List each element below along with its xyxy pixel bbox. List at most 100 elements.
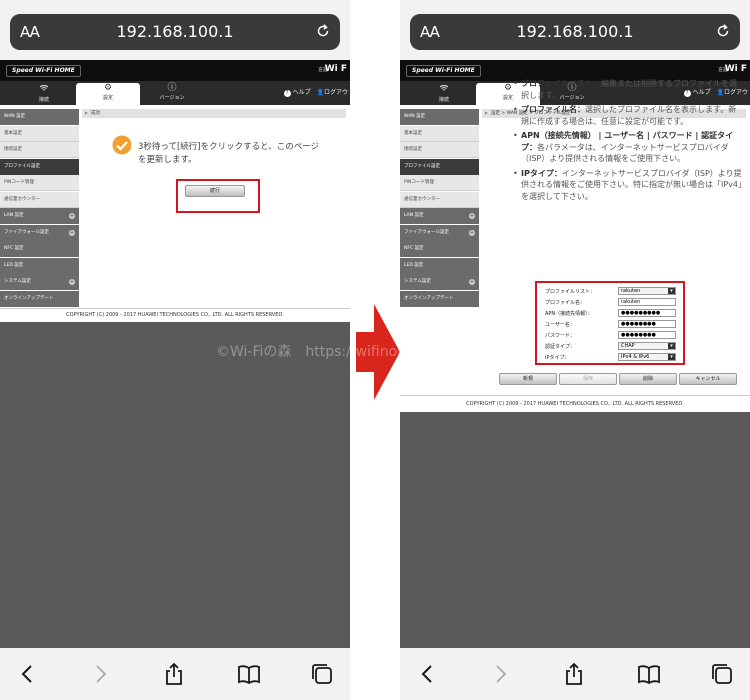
forward-arrow-icon[interactable]	[488, 662, 512, 686]
sidebar-item-system[interactable]: システム設定 +	[400, 274, 479, 290]
sidebar-item-nfc[interactable]: NFC 設定	[400, 241, 479, 257]
expand-icon: +	[69, 213, 75, 219]
sidebar-item-lan[interactable]: LAN 設定 +	[400, 208, 479, 224]
browser-address-area: AA 192.168.100.1	[400, 0, 750, 60]
sidebar-item-led[interactable]: LED 設定	[0, 257, 79, 274]
share-icon[interactable]	[162, 662, 186, 686]
sidebar-item-profile[interactable]: プロファイル設定	[400, 158, 479, 175]
expand-icon: +	[69, 229, 75, 236]
sidebar-item-nfc[interactable]: NFC 設定	[0, 241, 79, 257]
tab-connection[interactable]: 接続	[412, 83, 476, 105]
sidebar-item-pin[interactable]: PINコード管理	[0, 175, 79, 191]
gear-icon: ⚙	[103, 83, 113, 93]
highlight-box	[176, 179, 260, 213]
address-bar[interactable]: AA 192.168.100.1	[410, 14, 740, 50]
expand-icon: +	[469, 229, 475, 236]
sidebar-item-firewall-label: ファイアウォール設定	[4, 229, 49, 235]
sidebar-item-pin[interactable]: PINコード管理	[400, 175, 479, 191]
logout-link[interactable]: ログアウ	[324, 89, 348, 96]
cancel-button[interactable]: キャンセル	[679, 373, 737, 385]
sidebar-item-system-label: システム設定	[404, 279, 431, 284]
copyright-footer: COPYRIGHT (C) 2009 - 2017 HUAWEI TECHNOL…	[400, 395, 750, 412]
sidebar-item-lan-label: LAN 設定	[4, 213, 24, 218]
new-button[interactable]: 新規	[499, 373, 557, 385]
share-icon[interactable]	[562, 662, 586, 686]
sidebar-item-wan[interactable]: WAN 設定	[0, 109, 79, 125]
sidebar-item-led[interactable]: LED 設定	[400, 257, 479, 274]
wifi-signal-icon	[412, 83, 476, 96]
help-link[interactable]: ヘルプ	[293, 89, 311, 96]
sidebar-item-connection[interactable]: 接続設定	[400, 142, 479, 158]
success-message: 3秒待って[続行]をクリックすると、このページ を更新します。	[138, 141, 328, 167]
router-nav-bar: 接続 ⚙ 設定 ⓘ バージョン ? ヘルプ 👤ログアウ	[0, 81, 350, 105]
user-icon: 👤	[316, 89, 324, 96]
sidebar-item-basic[interactable]: 基本設定	[0, 125, 79, 142]
address-bar[interactable]: AA 192.168.100.1	[10, 14, 340, 50]
expand-icon: +	[69, 279, 75, 285]
sidebar-item-connection[interactable]: 接続設定	[0, 142, 79, 158]
tab-settings-label: 設定	[102, 95, 113, 101]
sidebar-item-lan[interactable]: LAN 設定 +	[0, 208, 79, 224]
watermark-text: ©Wi-Fiの森 https://wifinomori.com	[216, 344, 464, 360]
help-description-list: プロファイルリスト：編集または削除するプロファイルを選択します。 プロファイル名…	[512, 78, 742, 205]
help-icon[interactable]: ?	[283, 90, 291, 97]
tab-settings[interactable]: ⚙ 設定	[76, 83, 140, 105]
sidebar-item-traffic[interactable]: 通信量カウンター	[400, 191, 479, 208]
sidebar-item-wan[interactable]: WAN 設定	[400, 109, 479, 125]
help-item-apn: APN（接続先情報） | ユーザー名 | パスワード | 認証タイプ：各パラメー…	[512, 130, 742, 165]
sidebar-item-online-update[interactable]: オンラインアップデート	[0, 290, 79, 307]
settings-sidebar: WAN 設定 基本設定 接続設定 プロファイル設定 PINコード管理 通信量カウ…	[0, 109, 79, 307]
sidebar-item-firewall[interactable]: ファイアウォール設定 +	[0, 224, 79, 241]
sidebar-item-firewall-label: ファイアウォール設定	[404, 229, 449, 235]
book-icon[interactable]	[237, 662, 261, 686]
sidebar-item-basic[interactable]: 基本設定	[400, 125, 479, 142]
router-web-page: Speed Wi-Fi HOME 言語 Wi F 接続 ⚙ 設定 ⓘ バージョン	[0, 60, 350, 322]
book-icon[interactable]	[637, 662, 661, 686]
wifi-brand-mark: Wi F	[324, 64, 347, 74]
sidebar-item-lan-label: LAN 設定	[404, 213, 424, 218]
help-item-profile-list: プロファイルリスト：編集または削除するプロファイルを選択します。	[512, 78, 742, 101]
success-message-line2: を更新します。	[138, 155, 197, 165]
browser-address-area: AA 192.168.100.1	[0, 0, 350, 60]
sidebar-item-firewall[interactable]: ファイアウォール設定 +	[400, 224, 479, 241]
expand-icon: +	[469, 213, 475, 219]
router-top-bar: Speed Wi-Fi HOME 言語 Wi F	[0, 60, 350, 81]
tabs-icon[interactable]	[710, 662, 734, 686]
tab-connection[interactable]: 接続	[12, 83, 76, 105]
highlight-box	[535, 281, 685, 365]
url-text[interactable]: 192.168.100.1	[410, 22, 740, 41]
router-logo: Speed Wi-Fi HOME	[6, 65, 81, 77]
reload-icon[interactable]	[714, 22, 732, 40]
comparison-stage: AA 192.168.100.1 Speed Wi-Fi HOME 言語 Wi …	[0, 0, 750, 700]
back-arrow-icon[interactable]	[16, 662, 40, 686]
sidebar-item-system[interactable]: システム設定 +	[0, 274, 79, 290]
sidebar-item-system-label: システム設定	[4, 279, 31, 284]
browser-toolbar	[0, 648, 350, 700]
help-item-profile-name: プロファイル名：選択したプロファイル名を表示します。新規に作成する場合は、任意に…	[512, 104, 742, 127]
nav-right-links: ? ヘルプ 👤ログアウ	[283, 87, 348, 97]
settings-sidebar: WAN 設定 基本設定 接続設定 プロファイル設定 PINコード管理 通信量カウ…	[400, 109, 479, 307]
back-arrow-icon[interactable]	[416, 662, 440, 686]
delete-button[interactable]: 削除	[619, 373, 677, 385]
help-item-ip-type: IPタイプ：インターネットサービスプロバイダ（ISP）より提供される情報をご使用…	[512, 168, 742, 203]
reload-icon[interactable]	[314, 22, 332, 40]
tab-version-label: バージョン	[159, 95, 185, 101]
copyright-footer: COPYRIGHT (C) 2009 - 2017 HUAWEI TECHNOL…	[0, 308, 350, 322]
wifi-signal-icon	[12, 83, 76, 96]
tabs-icon[interactable]	[310, 662, 334, 686]
wifi-brand-mark: Wi F	[724, 64, 747, 74]
tab-connection-label: 接続	[38, 97, 49, 103]
sidebar-item-traffic[interactable]: 通信量カウンター	[0, 191, 79, 208]
sidebar-item-profile[interactable]: プロファイル設定	[0, 158, 79, 175]
success-panel: 成功 3秒待って[続行]をクリックすると、このページ を更新します。 続行	[82, 109, 346, 309]
success-message-line1: 3秒待って[続行]をクリックすると、このページ	[138, 142, 320, 152]
save-button[interactable]: 保存	[559, 373, 617, 385]
browser-toolbar	[400, 648, 750, 700]
expand-icon: +	[469, 279, 475, 285]
url-text[interactable]: 192.168.100.1	[10, 22, 340, 41]
sidebar-item-online-update[interactable]: オンラインアップデート	[400, 290, 479, 307]
tab-version[interactable]: ⓘ バージョン	[140, 83, 204, 105]
forward-arrow-icon[interactable]	[88, 662, 112, 686]
tab-connection-label: 接続	[438, 97, 449, 103]
info-icon: ⓘ	[167, 83, 177, 93]
